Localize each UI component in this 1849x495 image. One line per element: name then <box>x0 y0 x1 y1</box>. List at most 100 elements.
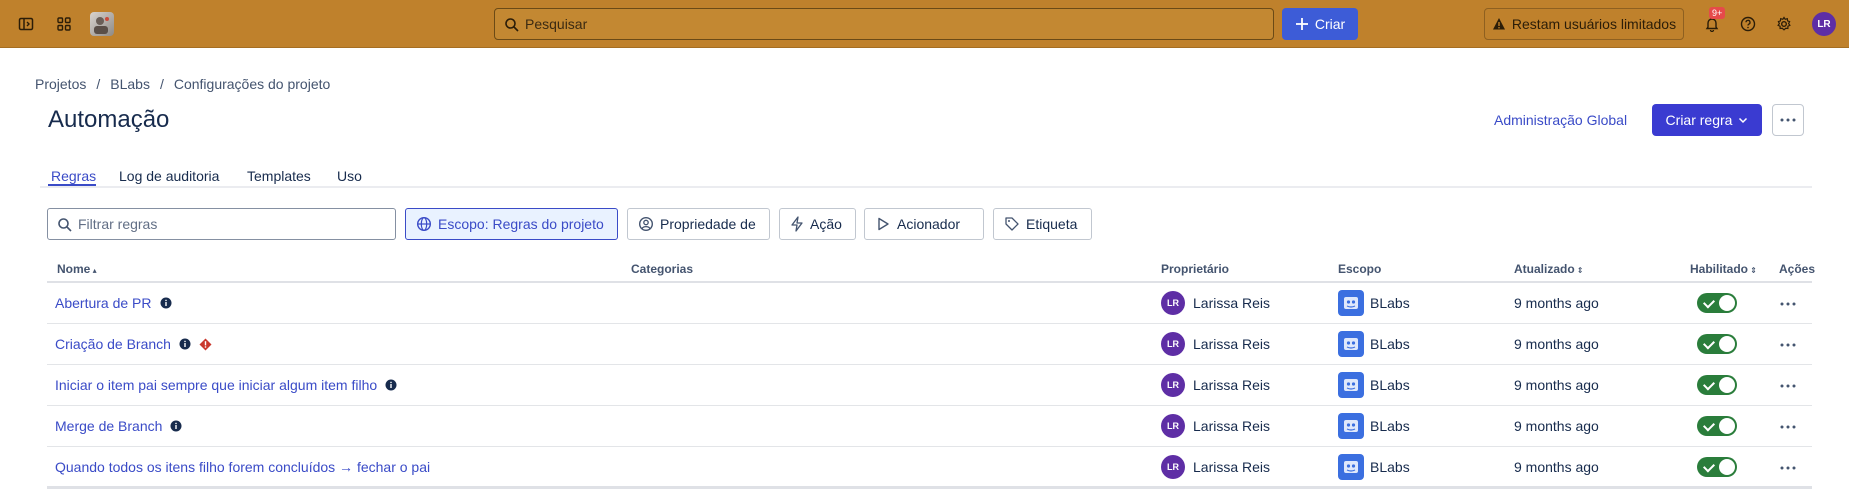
enabled-toggle[interactable] <box>1697 293 1737 313</box>
create-rule-button[interactable]: Criar regra <box>1652 104 1762 136</box>
owner-name: Larissa Reis <box>1193 377 1271 393</box>
property-filter-chip[interactable]: Propriedade de <box>627 208 770 240</box>
more-options-button[interactable] <box>1772 104 1804 136</box>
row-actions-more-icon[interactable] <box>1776 374 1800 398</box>
action-filter-chip[interactable]: Ação <box>779 208 856 240</box>
column-header-updated[interactable]: Atualizado ⇕ <box>1514 262 1584 276</box>
tab-audit-log[interactable]: Log de auditoria <box>119 168 219 184</box>
toggle-knob <box>1719 418 1735 434</box>
sidebar-toggle-icon[interactable] <box>14 12 38 36</box>
scope-filter-chip[interactable]: Escopo: Regras do projeto <box>405 208 618 240</box>
page-title: Automação <box>48 106 170 133</box>
filter-placeholder: Filtrar regras <box>78 216 158 232</box>
search-icon <box>58 218 72 232</box>
owner-avatar: LR <box>1161 291 1185 315</box>
project-avatar-icon <box>1338 372 1364 398</box>
scope-filter-label: Escopo: Regras do projeto <box>438 216 604 232</box>
updated-time: 9 months ago <box>1514 459 1599 475</box>
error-diamond-icon[interactable] <box>199 338 212 351</box>
scope-name: BLabs <box>1370 377 1410 393</box>
toggle-knob <box>1719 336 1735 352</box>
app-switcher-icon[interactable] <box>52 12 76 36</box>
row-actions-more-icon[interactable] <box>1776 415 1800 439</box>
breadcrumb-separator: / <box>96 76 101 92</box>
warning-icon <box>1492 18 1505 30</box>
trigger-filter-chip[interactable]: Acionador <box>864 208 984 240</box>
info-icon[interactable] <box>160 297 172 309</box>
create-button[interactable]: Criar <box>1282 8 1358 40</box>
updated-time: 9 months ago <box>1514 295 1599 311</box>
global-admin-link[interactable]: Administração Global <box>1494 112 1627 128</box>
breadcrumb-projects[interactable]: Projetos <box>35 76 86 92</box>
table-row: Abertura de PR LR Larissa Reis BLabs 9 m… <box>47 283 1812 324</box>
column-header-scope: Escopo <box>1338 262 1382 276</box>
sort-icon: ▴ <box>90 266 97 275</box>
rule-name-link[interactable]: Criação de Branch <box>55 336 171 352</box>
owner-avatar: LR <box>1161 373 1185 397</box>
scope-name: BLabs <box>1370 336 1410 352</box>
breadcrumb-settings[interactable]: Configurações do projeto <box>174 76 330 92</box>
column-header-actions: Ações <box>1779 262 1816 276</box>
row-actions-more-icon[interactable] <box>1776 456 1800 480</box>
updated-time: 9 months ago <box>1514 336 1599 352</box>
tab-rules[interactable]: Regras <box>51 168 96 184</box>
tab-templates[interactable]: Templates <box>247 168 311 184</box>
global-search-input[interactable]: Pesquisar <box>494 8 1274 40</box>
plus-icon <box>1295 18 1308 30</box>
toggle-knob <box>1719 295 1735 311</box>
toggle-knob <box>1719 377 1735 393</box>
breadcrumb: Projetos / BLabs / Configurações do proj… <box>35 76 330 92</box>
enabled-toggle[interactable] <box>1697 416 1737 436</box>
project-avatar-icon <box>1338 454 1364 480</box>
limited-users-label: Restam usuários limitados <box>1511 16 1677 32</box>
limited-users-button[interactable]: Restam usuários limitados <box>1484 8 1684 40</box>
info-icon[interactable] <box>179 338 191 350</box>
tag-icon <box>1005 217 1019 231</box>
search-placeholder: Pesquisar <box>525 16 588 32</box>
create-rule-label: Criar regra <box>1665 112 1733 128</box>
help-icon[interactable] <box>1736 12 1760 36</box>
enabled-toggle[interactable] <box>1697 375 1737 395</box>
create-button-label: Criar <box>1314 16 1346 32</box>
project-avatar-icon <box>1338 290 1364 316</box>
enabled-toggle[interactable] <box>1697 457 1737 477</box>
more-horizontal-icon <box>1780 118 1796 122</box>
rule-name-link[interactable]: Quando todos os itens filho forem conclu… <box>55 459 430 475</box>
tab-usage[interactable]: Uso <box>337 168 362 184</box>
filter-rules-input[interactable]: Filtrar regras <box>47 208 396 240</box>
owner-name: Larissa Reis <box>1193 295 1271 311</box>
column-header-enabled-label: Habilitado <box>1690 262 1749 276</box>
label-filter-chip[interactable]: Etiqueta <box>993 208 1092 240</box>
chevron-down-icon <box>1739 117 1748 124</box>
notifications-badge: 9+ <box>1709 7 1726 19</box>
sort-icon: ⇕ <box>1574 266 1584 275</box>
action-filter-label: Ação <box>810 216 842 232</box>
breadcrumb-project[interactable]: BLabs <box>110 76 150 92</box>
table-row: Quando todos os itens filho forem conclu… <box>47 447 1812 488</box>
updated-time: 9 months ago <box>1514 418 1599 434</box>
project-avatar-icon <box>1338 331 1364 357</box>
rule-name-link[interactable]: Merge de Branch <box>55 418 162 434</box>
user-avatar[interactable]: LR <box>1812 12 1836 36</box>
info-icon[interactable] <box>385 379 397 391</box>
row-actions-more-icon[interactable] <box>1776 292 1800 316</box>
scope-name: BLabs <box>1370 418 1410 434</box>
play-icon <box>878 217 889 231</box>
column-header-enabled[interactable]: Habilitado ⇕ <box>1690 262 1757 276</box>
settings-gear-icon[interactable] <box>1772 12 1796 36</box>
table-row: Iniciar o item pai sempre que iniciar al… <box>47 365 1812 406</box>
scope-name: BLabs <box>1370 295 1410 311</box>
label-filter-label: Etiqueta <box>1026 216 1078 232</box>
row-actions-more-icon[interactable] <box>1776 333 1800 357</box>
updated-time: 9 months ago <box>1514 377 1599 393</box>
site-logo[interactable] <box>90 12 114 36</box>
enabled-toggle[interactable] <box>1697 334 1737 354</box>
rule-name-link[interactable]: Abertura de PR <box>55 295 152 311</box>
info-icon[interactable] <box>170 420 182 432</box>
rule-name-link[interactable]: Iniciar o item pai sempre que iniciar al… <box>55 377 377 393</box>
column-header-name[interactable]: Nome ▴ <box>57 262 97 276</box>
table-row: Criação de Branch LR Larissa Reis BLabs … <box>47 324 1812 365</box>
lightning-icon <box>791 216 803 232</box>
property-filter-label: Propriedade de <box>660 216 756 232</box>
toggle-knob <box>1719 459 1735 475</box>
